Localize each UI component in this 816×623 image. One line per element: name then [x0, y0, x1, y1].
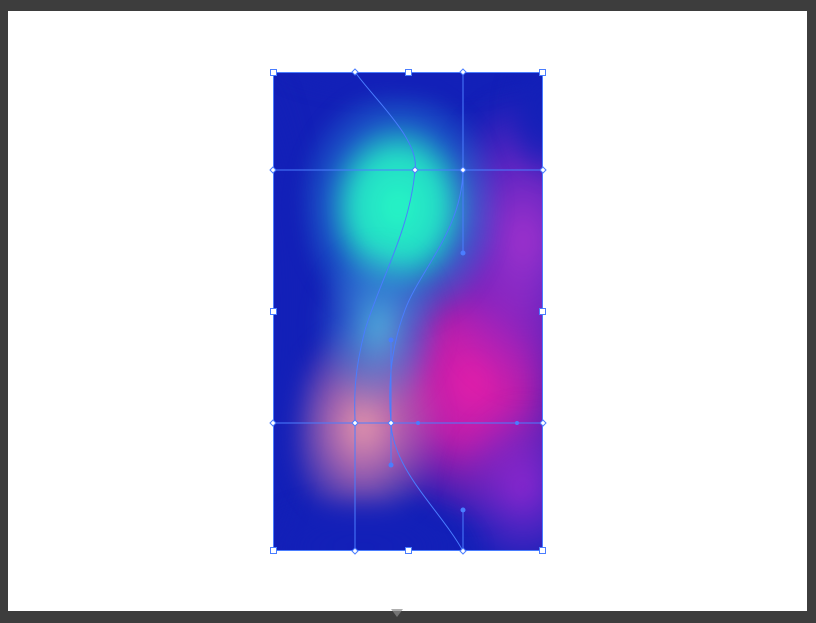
square-anchor-icon[interactable] — [270, 69, 277, 76]
square-anchor-icon[interactable] — [539, 69, 546, 76]
mesh-selection-overlay — [269, 68, 547, 555]
diamond-mesh-point-icon[interactable] — [351, 547, 359, 555]
diamond-mesh-point-icon[interactable] — [269, 419, 277, 427]
square-anchor-icon[interactable] — [539, 308, 546, 315]
square-anchor-icon[interactable] — [405, 547, 412, 554]
diamond-mesh-point-icon[interactable] — [351, 419, 359, 427]
square-anchor-icon[interactable] — [405, 69, 412, 76]
mesh-line-col-1[interactable] — [354, 71, 416, 551]
workspace — [0, 0, 816, 623]
diamond-mesh-point-icon[interactable] — [539, 419, 547, 427]
diamond-mesh-point-icon[interactable] — [269, 166, 277, 174]
square-anchor-icon[interactable] — [270, 547, 277, 554]
selection-bounding-box — [273, 72, 543, 551]
round-handle-icon[interactable] — [388, 337, 394, 343]
diamond-mesh-point-icon[interactable] — [539, 166, 547, 174]
round-handle-icon[interactable] — [460, 250, 466, 256]
diamond-mesh-point-icon[interactable] — [411, 166, 419, 174]
diamond-mesh-point-icon[interactable] — [459, 68, 467, 76]
square-anchor-icon[interactable] — [539, 547, 546, 554]
square-anchor-icon[interactable] — [270, 308, 277, 315]
mesh-line-col-2[interactable] — [389, 72, 464, 552]
diamond-mesh-point-icon[interactable] — [387, 419, 395, 427]
round-handle-icon[interactable] — [388, 462, 394, 468]
round-handle-icon[interactable] — [460, 507, 466, 513]
diamond-mesh-point-icon[interactable] — [459, 166, 467, 174]
diamond-mesh-point-icon[interactable] — [459, 547, 467, 555]
round-handle-icon[interactable] — [515, 421, 519, 425]
round-handle-icon[interactable] — [416, 421, 420, 425]
